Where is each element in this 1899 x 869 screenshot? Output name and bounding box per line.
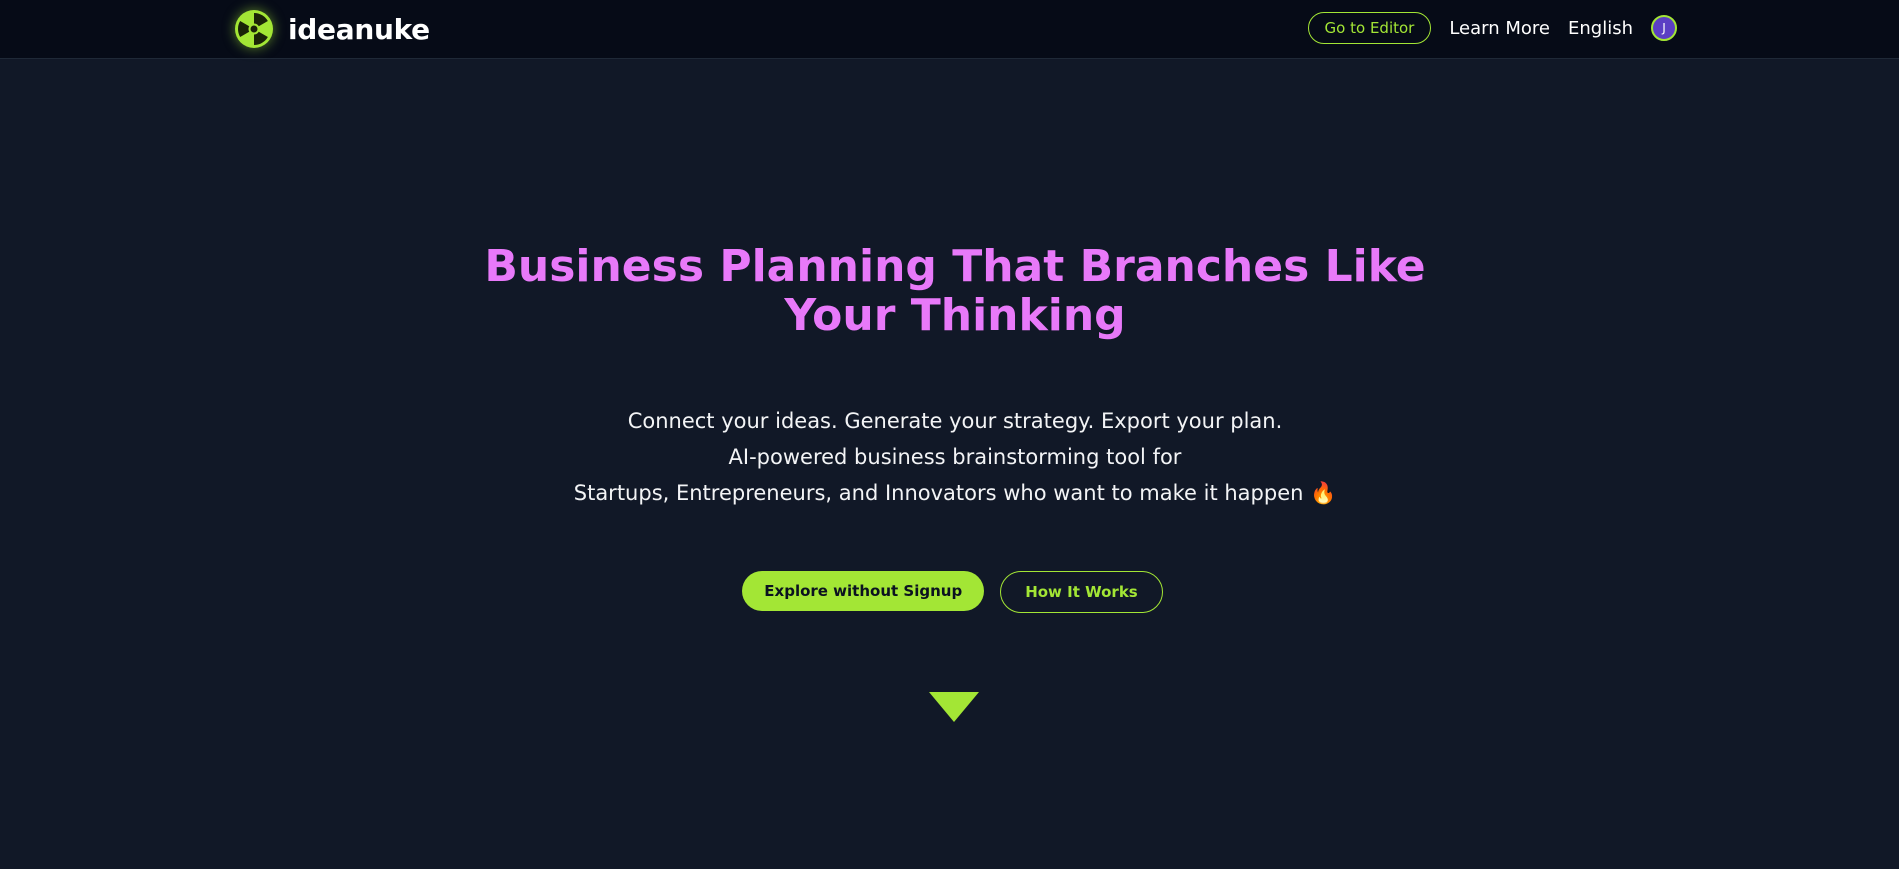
header-actions: Go to Editor Learn More English J xyxy=(1307,11,1677,45)
top-navigation-bar: ideanuke Go to Editor Learn More English… xyxy=(0,0,1899,59)
hero-subtitle-line: Startups, Entrepreneurs, and Innovators … xyxy=(573,481,1337,505)
hero-title: Business Planning That Branches Like You… xyxy=(484,241,1426,341)
hero-subtitle-line: AI-powered business brainstorming tool f… xyxy=(728,445,1182,469)
avatar-initial: J xyxy=(1662,21,1666,35)
brand-logo-link[interactable]: ideanuke xyxy=(234,9,430,49)
hero-cta-row: Explore without Signup How It Works xyxy=(0,571,1899,613)
hero-section: Business Planning That Branches Like You… xyxy=(0,59,1899,869)
language-selector[interactable]: English xyxy=(1568,18,1633,39)
radiation-icon xyxy=(235,10,273,48)
learn-more-link[interactable]: Learn More xyxy=(1449,18,1550,39)
user-avatar[interactable]: J xyxy=(1651,15,1677,41)
go-to-editor-button[interactable]: Go to Editor xyxy=(1307,12,1432,44)
triangle-down-icon[interactable] xyxy=(928,691,980,723)
hero-subtitle-line: Connect your ideas. Generate your strate… xyxy=(627,409,1283,433)
hero-subtitle: Connect your ideas. Generate your strate… xyxy=(450,403,1460,511)
brand-name: ideanuke xyxy=(288,12,430,46)
explore-without-signup-button[interactable]: Explore without Signup xyxy=(742,571,985,611)
how-it-works-button[interactable]: How It Works xyxy=(1000,571,1163,613)
